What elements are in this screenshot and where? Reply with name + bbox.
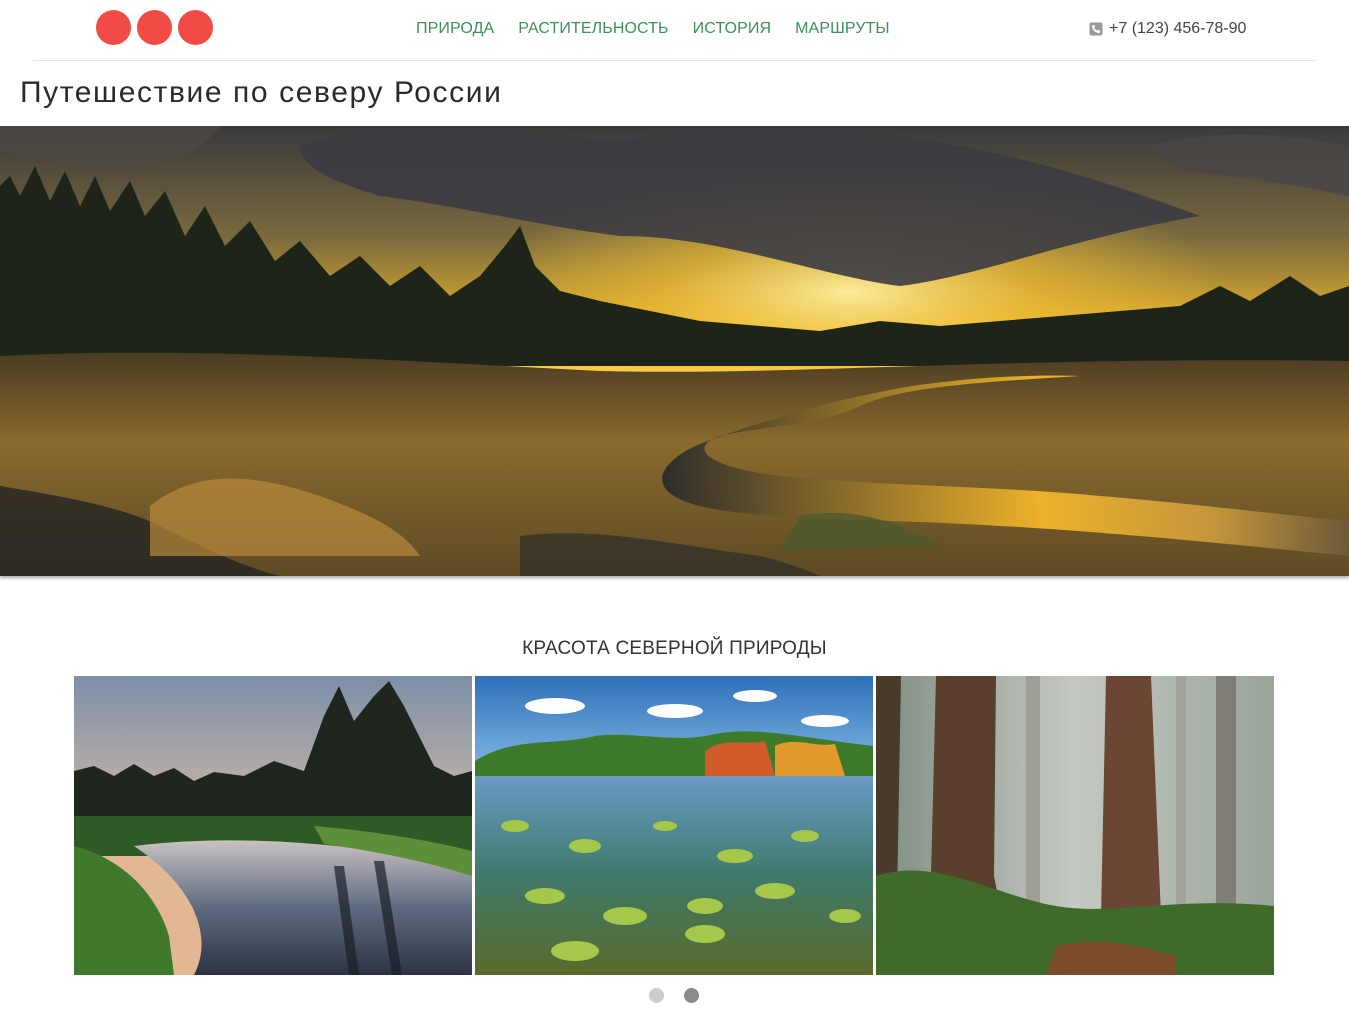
contact-phone[interactable]: +7 (123) 456-78-90 xyxy=(1089,20,1246,38)
pagination-dot-1[interactable] xyxy=(649,988,664,1003)
logo-dot xyxy=(96,10,131,45)
site-header: ПРИРОДА РАСТИТЕЛЬНОСТЬ ИСТОРИЯ МАРШРУТЫ … xyxy=(33,0,1315,61)
gallery-photo-lily-lake[interactable] xyxy=(475,676,873,975)
gallery-photo-river-pines[interactable] xyxy=(74,676,472,975)
site-logo[interactable] xyxy=(96,10,213,45)
page: ПРИРОДА РАСТИТЕЛЬНОСТЬ ИСТОРИЯ МАРШРУТЫ … xyxy=(0,0,1349,1012)
phone-number: +7 (123) 456-78-90 xyxy=(1109,20,1247,37)
gallery-pagination xyxy=(649,988,699,1003)
logo-dot xyxy=(137,10,172,45)
phone-icon xyxy=(1089,22,1103,36)
gallery-title: КРАСОТА СЕВЕРНОЙ ПРИРОДЫ xyxy=(522,638,827,659)
nav-link-vegetation[interactable]: РАСТИТЕЛЬНОСТЬ xyxy=(518,20,668,38)
gallery-photo-redwood-forest[interactable] xyxy=(876,676,1274,975)
nav-link-nature[interactable]: ПРИРОДА xyxy=(416,20,494,38)
nav-link-history[interactable]: ИСТОРИЯ xyxy=(693,20,771,38)
main-nav: ПРИРОДА РАСТИТЕЛЬНОСТЬ ИСТОРИЯ МАРШРУТЫ xyxy=(416,20,890,38)
nav-link-routes[interactable]: МАРШРУТЫ xyxy=(795,20,890,38)
logo-dot xyxy=(178,10,213,45)
page-title: Путешествие по северу России xyxy=(20,76,503,109)
photo-gallery xyxy=(74,676,1274,975)
pagination-dot-2[interactable] xyxy=(684,988,699,1003)
hero-image xyxy=(0,126,1349,576)
